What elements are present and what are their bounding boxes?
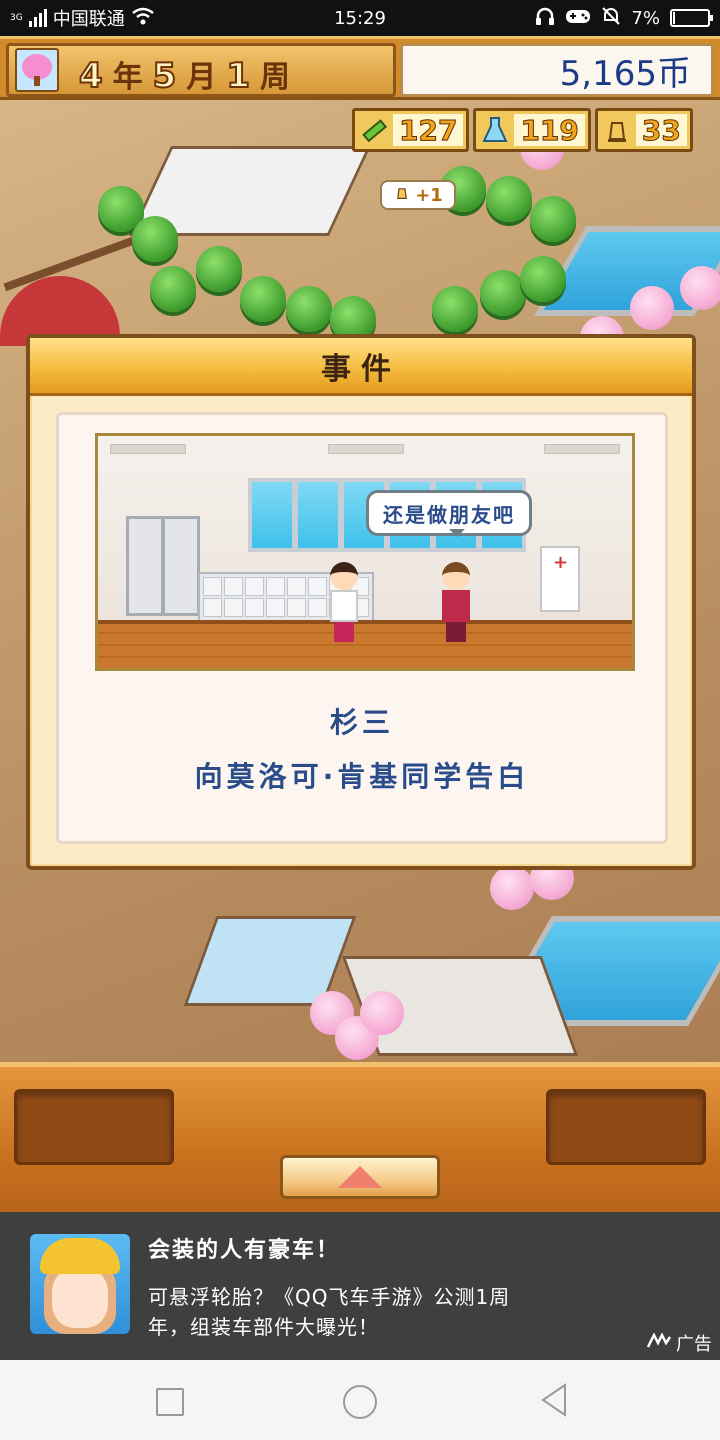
sakura-tree-icon — [15, 48, 59, 92]
right-slot[interactable] — [546, 1089, 706, 1165]
network-type: 3G — [10, 12, 23, 23]
recent-apps-button[interactable] — [150, 1382, 190, 1422]
expand-menu-button[interactable] — [280, 1155, 440, 1199]
event-dialog[interactable]: 事件 还是做朋友吧 — [26, 334, 696, 870]
month-number: 5 — [152, 55, 178, 97]
bell-icon — [598, 111, 636, 149]
back-triangle-icon — [539, 1383, 569, 1421]
battery-level — [673, 12, 675, 24]
ad-banner[interactable]: 会装的人有豪车！ 可悬浮轮胎？《QQ飞车手游》公测1周年，组装车部件大曝光！ 广… — [0, 1212, 720, 1360]
pencil-icon — [355, 111, 393, 149]
year-number: 4 — [78, 55, 104, 97]
scene-tree — [486, 176, 532, 222]
scene-sakura — [490, 866, 534, 910]
resource-value: 127 — [393, 113, 464, 147]
square-icon — [156, 1388, 184, 1416]
home-button[interactable] — [340, 1382, 380, 1422]
resource-research[interactable]: 127 — [352, 108, 470, 152]
student-boy — [438, 562, 474, 642]
date-panel[interactable]: 4 年 5 月 1 周 — [6, 43, 396, 97]
scene-sakura — [680, 266, 720, 310]
resource-value: 33 — [635, 113, 687, 147]
resource-bar: 127 119 33 — [352, 108, 720, 154]
carrier-name: 中国联通 — [52, 9, 125, 30]
ad-logo-icon — [646, 1331, 672, 1354]
dialog-content: 还是做朋友吧 杉三 向莫洛可·肯基同学告白 — [56, 412, 668, 844]
scene-tree — [530, 196, 576, 242]
event-student-name: 杉三 — [329, 706, 394, 739]
locker-door — [162, 516, 200, 616]
headphones-icon — [535, 7, 555, 30]
bottom-panel — [0, 1062, 720, 1212]
event-illustration: 还是做朋友吧 — [95, 433, 635, 671]
first-aid-cabinet — [540, 546, 580, 612]
circle-icon — [343, 1385, 377, 1419]
reward-value: +1 — [415, 184, 443, 206]
money-value: 5,165币 — [559, 53, 691, 94]
signal-icon — [28, 9, 47, 27]
flask-icon — [476, 111, 514, 149]
arrow-up-icon — [338, 1166, 382, 1188]
left-slot[interactable] — [14, 1089, 174, 1165]
dialog-title: 事件 — [30, 338, 692, 396]
resource-knowledge[interactable]: 119 — [473, 108, 591, 152]
event-description: 向莫洛可·肯基同学告白 — [194, 760, 530, 793]
reward-bubble[interactable]: +1 — [380, 180, 456, 210]
ad-image[interactable] — [30, 1234, 130, 1334]
resource-prestige[interactable]: 33 — [594, 108, 693, 152]
status-bar: 3G 中国联通 15:29 7% — [0, 0, 720, 36]
scene-tree — [432, 286, 478, 332]
scene-tree — [196, 246, 242, 292]
ceiling-light — [544, 444, 620, 454]
resource-value: 119 — [514, 113, 585, 147]
month-unit: 月 — [186, 60, 217, 95]
battery-percent: 7% — [631, 7, 660, 29]
scene-tree — [520, 256, 566, 302]
week-unit: 周 — [260, 60, 291, 95]
scene-tree — [150, 266, 196, 312]
ad-body: 可悬浮轮胎？《QQ飞车手游》公测1周年，组装车部件大曝光！ — [148, 1285, 511, 1338]
top-hud: 4 年 5 月 1 周 5,165币 — [0, 36, 720, 100]
scene-tree — [240, 276, 286, 322]
gamepad-icon — [565, 7, 591, 30]
wifi-icon — [131, 7, 155, 30]
classroom-window — [248, 478, 296, 552]
ad-title: 会装的人有豪车！ — [148, 1238, 341, 1263]
scene-sakura — [630, 286, 674, 330]
scene-sakura — [360, 991, 404, 1035]
ceiling-light — [110, 444, 186, 454]
back-button[interactable] — [534, 1382, 574, 1422]
game-date: 4 年 5 月 1 周 — [78, 52, 291, 97]
speech-bubble: 还是做朋友吧 — [366, 490, 532, 537]
student-girl — [326, 562, 362, 642]
ceiling-light — [328, 444, 404, 454]
mute-bell-icon — [601, 6, 621, 31]
scene-tree — [286, 286, 332, 332]
week-number: 1 — [225, 55, 251, 97]
scene-tree — [132, 216, 178, 262]
system-nav-bar — [0, 1360, 720, 1440]
battery-icon — [670, 9, 713, 27]
classroom-window — [294, 478, 342, 552]
bell-icon — [393, 184, 411, 207]
money-display: 5,165币 — [400, 43, 714, 97]
locker-door — [126, 516, 164, 616]
year-unit: 年 — [112, 60, 143, 95]
ad-label: 广告 — [676, 1334, 712, 1355]
ad-badge: 广告 — [646, 1330, 712, 1356]
classroom-floor — [98, 620, 632, 668]
